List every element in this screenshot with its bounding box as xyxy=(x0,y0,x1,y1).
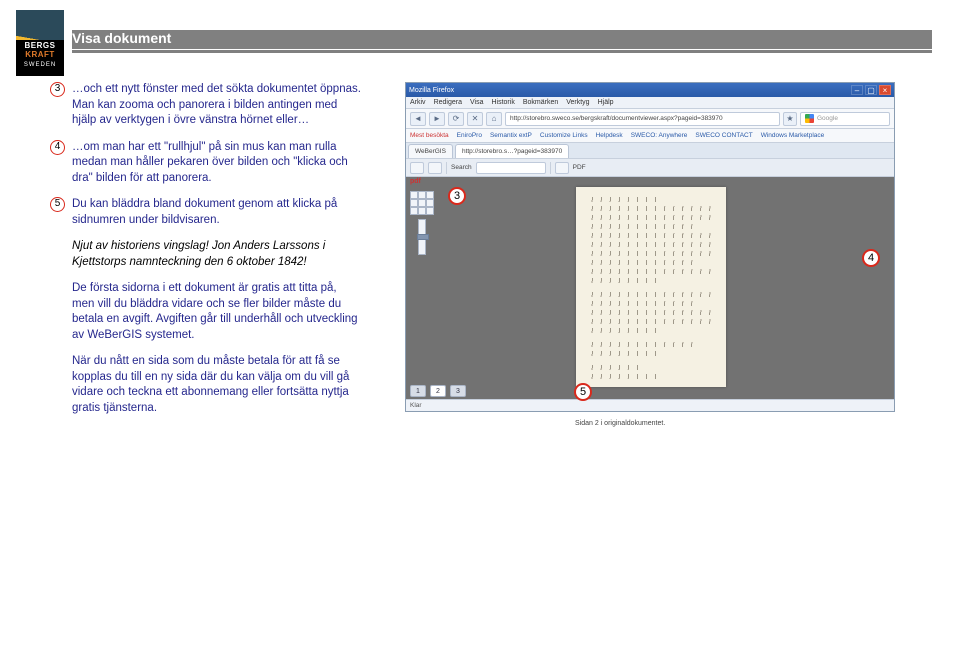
paragraph-7: När du nått en sida som du måste betala … xyxy=(72,354,362,416)
bookmark-item[interactable]: SWECO CONTACT xyxy=(695,132,752,139)
stop-button[interactable]: ✕ xyxy=(467,112,483,126)
pager: 1 2 3 xyxy=(410,385,466,397)
toolbar-pdf-label: PDF xyxy=(573,164,586,171)
window-buttons: – ▢ × xyxy=(851,85,891,95)
minimize-icon[interactable]: – xyxy=(851,85,863,95)
status-bar: Klar xyxy=(406,399,894,411)
home-button[interactable]: ⌂ xyxy=(486,112,502,126)
menu-bar: Arkiv Redigera Visa Historik Bokmärken V… xyxy=(406,97,894,109)
window-titlebar: Mozilla Firefox – ▢ × xyxy=(406,83,894,97)
pan-control[interactable] xyxy=(410,191,434,215)
badge-4: 4 xyxy=(50,140,65,155)
callout-5: 5 xyxy=(574,383,592,401)
close-icon[interactable]: × xyxy=(879,85,891,95)
paragraph-4: 4 …om man har ett "rullhjul" på sin mus … xyxy=(72,140,362,187)
italic-note: Njut av historiens vingslag! Jon Anders … xyxy=(72,239,362,270)
zoom-pan-tools xyxy=(410,191,434,255)
tab-document[interactable]: http://storebro.s…?pageid=383970 xyxy=(455,144,569,158)
tool-button[interactable] xyxy=(428,162,442,174)
bookmark-item[interactable]: Windows Marketplace xyxy=(761,132,825,139)
document-viewer: Search PDF pdf xyxy=(406,159,894,411)
badge-5: 5 xyxy=(50,197,65,212)
reload-button[interactable]: ⟳ xyxy=(448,112,464,126)
callout-3: 3 xyxy=(448,187,466,205)
bookmark-item[interactable]: Customize Links xyxy=(540,132,588,139)
paragraph-3: 3 …och ett nytt fönster med det sökta do… xyxy=(72,82,362,129)
viewer-toolbar: Search PDF xyxy=(406,159,894,177)
bookmark-item[interactable]: SWECO: Anywhere xyxy=(631,132,688,139)
google-icon xyxy=(805,114,814,123)
menu-item[interactable]: Verktyg xyxy=(566,99,589,106)
zoom-slider[interactable] xyxy=(418,219,426,255)
page-button[interactable]: 1 xyxy=(410,385,426,397)
menu-item[interactable]: Hjälp xyxy=(598,99,614,106)
forward-button[interactable]: ► xyxy=(429,112,445,126)
tool-button[interactable] xyxy=(410,162,424,174)
toolbar-search-label: Search xyxy=(451,164,472,171)
search-placeholder: Google xyxy=(817,115,838,122)
callout-4: 4 xyxy=(862,249,880,267)
menu-item[interactable]: Bokmärken xyxy=(523,99,558,106)
screenshot-caption: Sidan 2 i originaldokumentet. xyxy=(575,420,665,427)
bookmark-item[interactable]: Helpdesk xyxy=(596,132,623,139)
page-button[interactable]: 3 xyxy=(450,385,466,397)
maximize-icon[interactable]: ▢ xyxy=(865,85,877,95)
tool-button[interactable] xyxy=(555,162,569,174)
bookmark-item[interactable]: EniroPro xyxy=(457,132,482,139)
menu-item[interactable]: Redigera xyxy=(434,99,462,106)
tab-webergis[interactable]: WeBerGIS xyxy=(408,144,453,158)
tab-bar: WeBerGIS http://storebro.s…?pageid=38397… xyxy=(406,143,894,159)
pdf-indicator: pdf xyxy=(410,178,421,185)
menu-item[interactable]: Visa xyxy=(470,99,484,106)
document-page[interactable] xyxy=(576,187,726,387)
toolbar-search-input[interactable] xyxy=(476,162,546,174)
bookmark-item[interactable]: Semantix extP xyxy=(490,132,532,139)
window-title: Mozilla Firefox xyxy=(409,87,454,94)
page-title: Visa dokument xyxy=(72,30,932,49)
logo: BERGS KRAFT SWEDEN xyxy=(16,10,64,76)
menu-item[interactable]: Arkiv xyxy=(410,99,426,106)
paragraph-6: De första sidorna i ett dokument är grat… xyxy=(72,281,362,343)
search-field[interactable]: Google xyxy=(800,112,890,126)
bookmarks-bar: Mest besökta EniroPro Semantix extP Cust… xyxy=(406,129,894,143)
badge-3: 3 xyxy=(50,82,65,97)
paragraph-5: 5 Du kan bläddra bland dokument genom at… xyxy=(72,197,362,228)
page-title-bar: Visa dokument xyxy=(72,30,932,53)
instruction-text: 3 …och ett nytt fönster med det sökta do… xyxy=(72,82,362,427)
menu-item[interactable]: Historik xyxy=(491,99,514,106)
url-field[interactable]: http://storebro.sweco.se/bergskraft/docu… xyxy=(505,112,780,126)
bookmark-star-icon[interactable]: ★ xyxy=(783,112,797,126)
page-button[interactable]: 2 xyxy=(430,385,446,397)
back-button[interactable]: ◄ xyxy=(410,112,426,126)
browser-screenshot: Mozilla Firefox – ▢ × Arkiv Redigera Vis… xyxy=(405,82,895,412)
bookmark-item[interactable]: Mest besökta xyxy=(410,132,449,139)
nav-toolbar: ◄ ► ⟳ ✕ ⌂ http://storebro.sweco.se/bergs… xyxy=(406,109,894,129)
